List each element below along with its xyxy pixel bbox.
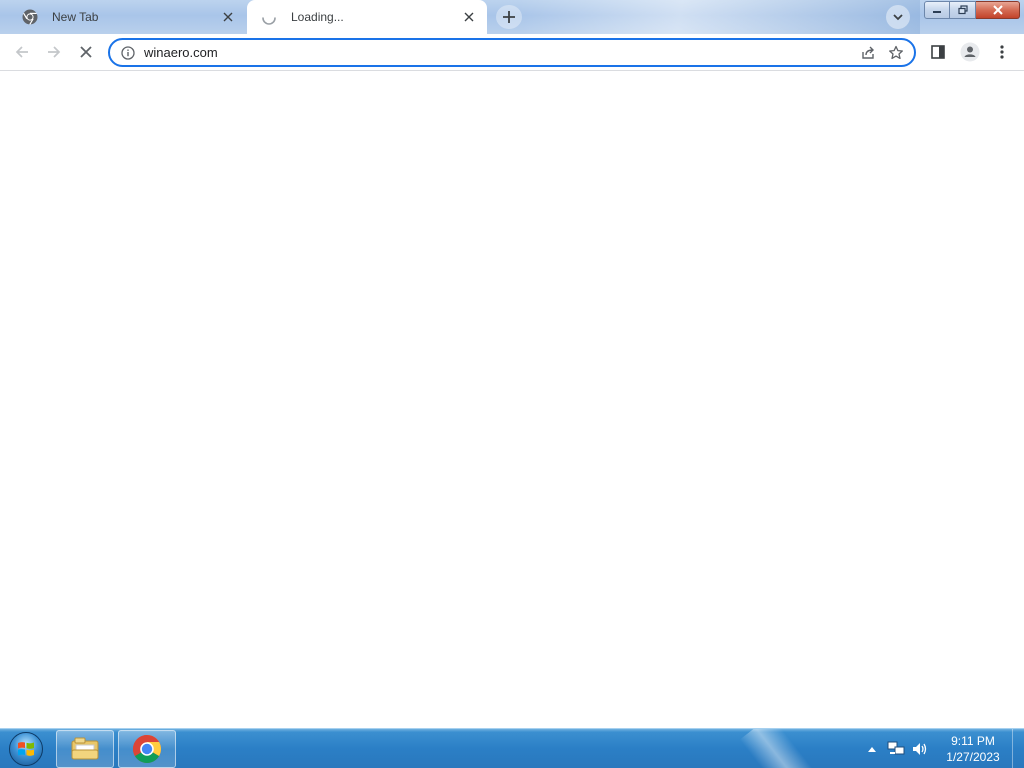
profile-icon — [960, 42, 980, 62]
taskbar: 9:11 PM 1/27/2023 — [0, 728, 1024, 768]
stop-button[interactable] — [72, 38, 100, 66]
tab-loading[interactable]: Loading... — [247, 0, 487, 34]
stop-loading-icon — [80, 46, 92, 58]
triangle-up-icon[interactable] — [860, 737, 884, 761]
share-icon[interactable] — [854, 41, 882, 65]
tab-search-button[interactable] — [886, 5, 910, 29]
windows-start-icon — [9, 732, 43, 766]
loading-spinner-icon — [261, 9, 277, 25]
arrow-left-icon — [15, 46, 28, 58]
chevron-down-icon — [893, 14, 903, 21]
title-bar: New Tab Loading... — [0, 0, 1024, 34]
back-button[interactable] — [8, 38, 36, 66]
tab-new-tab[interactable]: New Tab — [8, 0, 246, 34]
browser-toolbar — [0, 34, 1024, 71]
menu-button[interactable] — [988, 38, 1016, 66]
maximize-icon — [957, 5, 968, 15]
speaker-icon[interactable] — [908, 737, 932, 761]
minimize-button[interactable] — [924, 1, 950, 19]
new-tab-button[interactable] — [496, 5, 522, 29]
chrome-icon — [133, 735, 161, 763]
address-input[interactable] — [144, 42, 854, 63]
clock-date: 1/27/2023 — [946, 750, 1000, 764]
kebab-menu-icon — [1000, 45, 1004, 59]
minimize-icon — [933, 11, 941, 13]
side-panel-button[interactable] — [924, 38, 952, 66]
taskbar-chrome[interactable] — [118, 730, 176, 768]
star-icon[interactable] — [882, 41, 910, 65]
close-icon — [992, 5, 1003, 15]
arrow-right-icon — [48, 46, 61, 58]
start-button[interactable] — [6, 731, 46, 767]
taskbar-explorer[interactable] — [56, 730, 114, 768]
network-icon[interactable] — [884, 737, 908, 761]
plus-icon — [503, 11, 515, 23]
close-window-button[interactable] — [976, 1, 1020, 19]
clock-time: 9:11 PM — [951, 734, 995, 748]
show-desktop-button[interactable] — [1012, 729, 1024, 768]
maximize-button[interactable] — [950, 1, 976, 19]
info-icon[interactable] — [120, 45, 136, 61]
address-bar[interactable] — [108, 38, 916, 67]
forward-button[interactable] — [40, 38, 68, 66]
chrome-icon — [22, 9, 38, 25]
profile-button[interactable] — [956, 38, 984, 66]
clock[interactable]: 9:11 PM 1/27/2023 — [938, 733, 1008, 765]
close-icon[interactable] — [459, 7, 479, 27]
window-controls — [924, 1, 1020, 19]
tab-title: Loading... — [291, 10, 344, 24]
close-icon[interactable] — [218, 7, 238, 27]
system-tray: 9:11 PM 1/27/2023 — [860, 729, 1024, 768]
taskbar-glare — [739, 729, 821, 768]
file-explorer-icon — [71, 737, 99, 760]
tab-title: New Tab — [52, 10, 99, 24]
page-content[interactable] — [0, 71, 1024, 728]
side-panel-icon — [931, 45, 945, 59]
title-bar-glow — [520, 0, 920, 34]
